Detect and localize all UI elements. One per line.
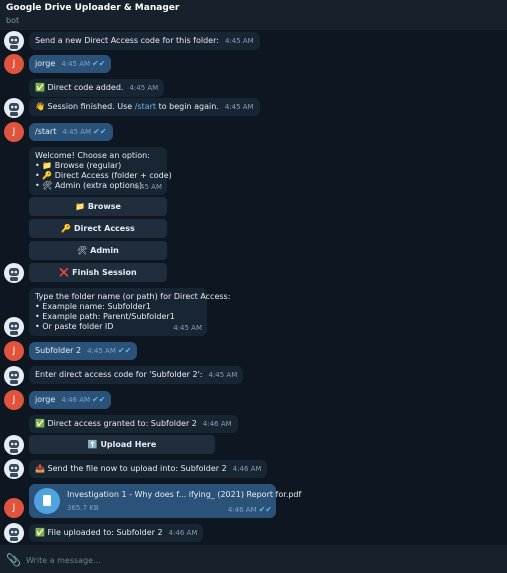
- bot-menu-message: Welcome! Choose an option: • 📁 Browse (r…: [29, 147, 172, 195]
- outbox-emoji-icon: 📤: [35, 464, 45, 473]
- read-checkmarks-icon: ✔✔: [117, 346, 132, 355]
- bot-avatar[interactable]: [4, 317, 24, 337]
- message-text: Subfolder 2: [35, 346, 82, 355]
- chat-header: Google Drive Uploader & Manager bot: [0, 0, 507, 31]
- user-message: jorge 4:45 AM ✔✔: [29, 55, 112, 73]
- button-label: Upload Here: [100, 440, 157, 449]
- button-label: Browse: [87, 202, 121, 211]
- message-text: Direct code added.: [47, 83, 124, 92]
- bot-message: Type the folder name (or path) for Direc…: [29, 288, 231, 336]
- message-text: Send the file now to upload into: Subfol…: [47, 464, 227, 473]
- message-text-post: to begin again.: [156, 102, 219, 111]
- key-icon: 🔑: [61, 224, 72, 233]
- bot-message: Enter direct access code for 'Subfolder …: [29, 366, 244, 384]
- cross-icon: ❌: [59, 268, 70, 277]
- file-name: Investigation 1 - Why does f... ifying_ …: [67, 490, 302, 499]
- message-list[interactable]: Send a new Direct Access code for this f…: [0, 30, 507, 545]
- message-time: 4:45 AM: [224, 103, 254, 111]
- file-message[interactable]: Investigation 1 - Why does f... ifying_ …: [29, 484, 301, 518]
- message-line: • Example name: Subfolder1: [35, 302, 151, 311]
- message-line: • 🔑 Direct Access (folder + code): [35, 171, 172, 180]
- upload-arrow-icon: ⬆️: [87, 440, 98, 449]
- finish-session-button[interactable]: ❌ Finish Session: [29, 263, 167, 282]
- read-checkmarks-icon: ✔✔: [93, 127, 107, 136]
- user-avatar[interactable]: J: [4, 54, 24, 74]
- check-emoji-icon: ✅: [35, 419, 45, 428]
- chat-title: Google Drive Uploader & Manager: [6, 3, 180, 13]
- message-time: 4:45 AM: [129, 84, 159, 92]
- wave-emoji-icon: 👋: [35, 102, 45, 111]
- message-time: 4:45 AM: [208, 371, 238, 379]
- bot-avatar[interactable]: [4, 435, 24, 455]
- message-time: 4:45 AM: [133, 183, 162, 191]
- read-checkmarks-icon: ✔✔: [92, 59, 106, 68]
- file-document-icon[interactable]: [34, 488, 60, 514]
- bot-avatar[interactable]: [4, 263, 24, 283]
- user-avatar[interactable]: J: [4, 122, 24, 142]
- message-text: jorge: [35, 59, 56, 68]
- message-meta: 4:46 AM ✔✔: [228, 505, 272, 515]
- bot-message: ✅ Direct code added. 4:45 AM: [29, 79, 165, 97]
- button-label: Finish Session: [72, 268, 137, 277]
- message-time: 4:46 AM: [227, 506, 257, 514]
- attach-paperclip-icon[interactable]: 📎: [6, 553, 21, 567]
- bot-avatar[interactable]: [4, 31, 24, 51]
- user-avatar[interactable]: J: [4, 498, 24, 518]
- message-time: 4:46 AM: [232, 465, 262, 473]
- message-text: /start: [35, 127, 57, 136]
- admin-button[interactable]: 🛠 Admin: [29, 241, 167, 260]
- bot-message: 📤 Send the file now to upload into: Subf…: [29, 460, 268, 478]
- message-line: • Example path: Parent/Subfolder1: [35, 312, 175, 321]
- message-line: • 📁 Browse (regular): [35, 161, 122, 170]
- bot-message: ✅ File uploaded to: Subfolder 2 4:46 AM: [29, 524, 204, 542]
- user-message: /start 4:45 AM ✔✔: [29, 123, 113, 141]
- file-size: 365.7 KB: [67, 504, 99, 512]
- chat-subtitle: bot: [6, 16, 20, 25]
- button-label: Admin: [90, 246, 119, 255]
- message-composer: 📎: [0, 545, 507, 573]
- message-input[interactable]: [24, 550, 498, 570]
- button-label: Direct Access: [74, 224, 135, 233]
- message-line: Welcome! Choose an option:: [35, 151, 150, 160]
- start-command-link[interactable]: /start: [135, 102, 156, 111]
- tools-icon: 🛠: [77, 246, 88, 255]
- message-text: Enter direct access code for 'Subfolder …: [35, 370, 203, 379]
- direct-access-button[interactable]: 🔑 Direct Access: [29, 219, 167, 238]
- folder-icon: 📁: [75, 202, 86, 211]
- user-message: jorge 4:46 AM ✔✔: [29, 391, 112, 409]
- bot-message: Send a new Direct Access code for this f…: [29, 32, 260, 50]
- read-checkmarks-icon: ✔✔: [92, 395, 106, 404]
- message-text: jorge: [35, 395, 56, 404]
- check-emoji-icon: ✅: [35, 528, 45, 537]
- bot-avatar[interactable]: [4, 459, 24, 479]
- message-time: 4:45 AM: [62, 128, 92, 136]
- bot-message: ✅ Direct access granted to: Subfolder 2 4…: [29, 415, 238, 433]
- message-time: 4:45 AM: [173, 324, 202, 332]
- user-avatar[interactable]: J: [4, 341, 24, 361]
- message-text: File uploaded to: Subfolder 2: [47, 528, 163, 537]
- check-emoji-icon: ✅: [35, 83, 45, 92]
- message-time: 4:45 AM: [224, 37, 254, 45]
- message-text: Send a new Direct Access code for this f…: [35, 36, 219, 45]
- message-text-pre: Session finished. Use: [47, 102, 135, 111]
- browse-button[interactable]: 📁 Browse: [29, 197, 167, 216]
- message-time: 4:46 AM: [168, 529, 198, 537]
- message-line: Type the folder name (or path) for Direc…: [35, 292, 231, 301]
- message-time: 4:46 AM: [202, 420, 232, 428]
- message-time: 4:45 AM: [61, 60, 91, 68]
- bot-avatar[interactable]: [4, 523, 24, 543]
- bot-message: 👋 Session finished. Use /start to begin …: [29, 98, 260, 116]
- user-message: Subfolder 2 4:45 AM ✔✔: [29, 342, 138, 360]
- user-avatar[interactable]: J: [4, 390, 24, 410]
- message-text: Direct access granted to: Subfolder 2: [47, 419, 197, 428]
- bot-avatar[interactable]: [4, 98, 24, 118]
- message-time: 4:46 AM: [61, 396, 91, 404]
- read-checkmarks-icon: ✔✔: [258, 505, 272, 514]
- upload-here-button[interactable]: ⬆️ Upload Here: [29, 435, 215, 454]
- bot-avatar[interactable]: [4, 366, 24, 386]
- message-time: 4:45 AM: [87, 347, 116, 355]
